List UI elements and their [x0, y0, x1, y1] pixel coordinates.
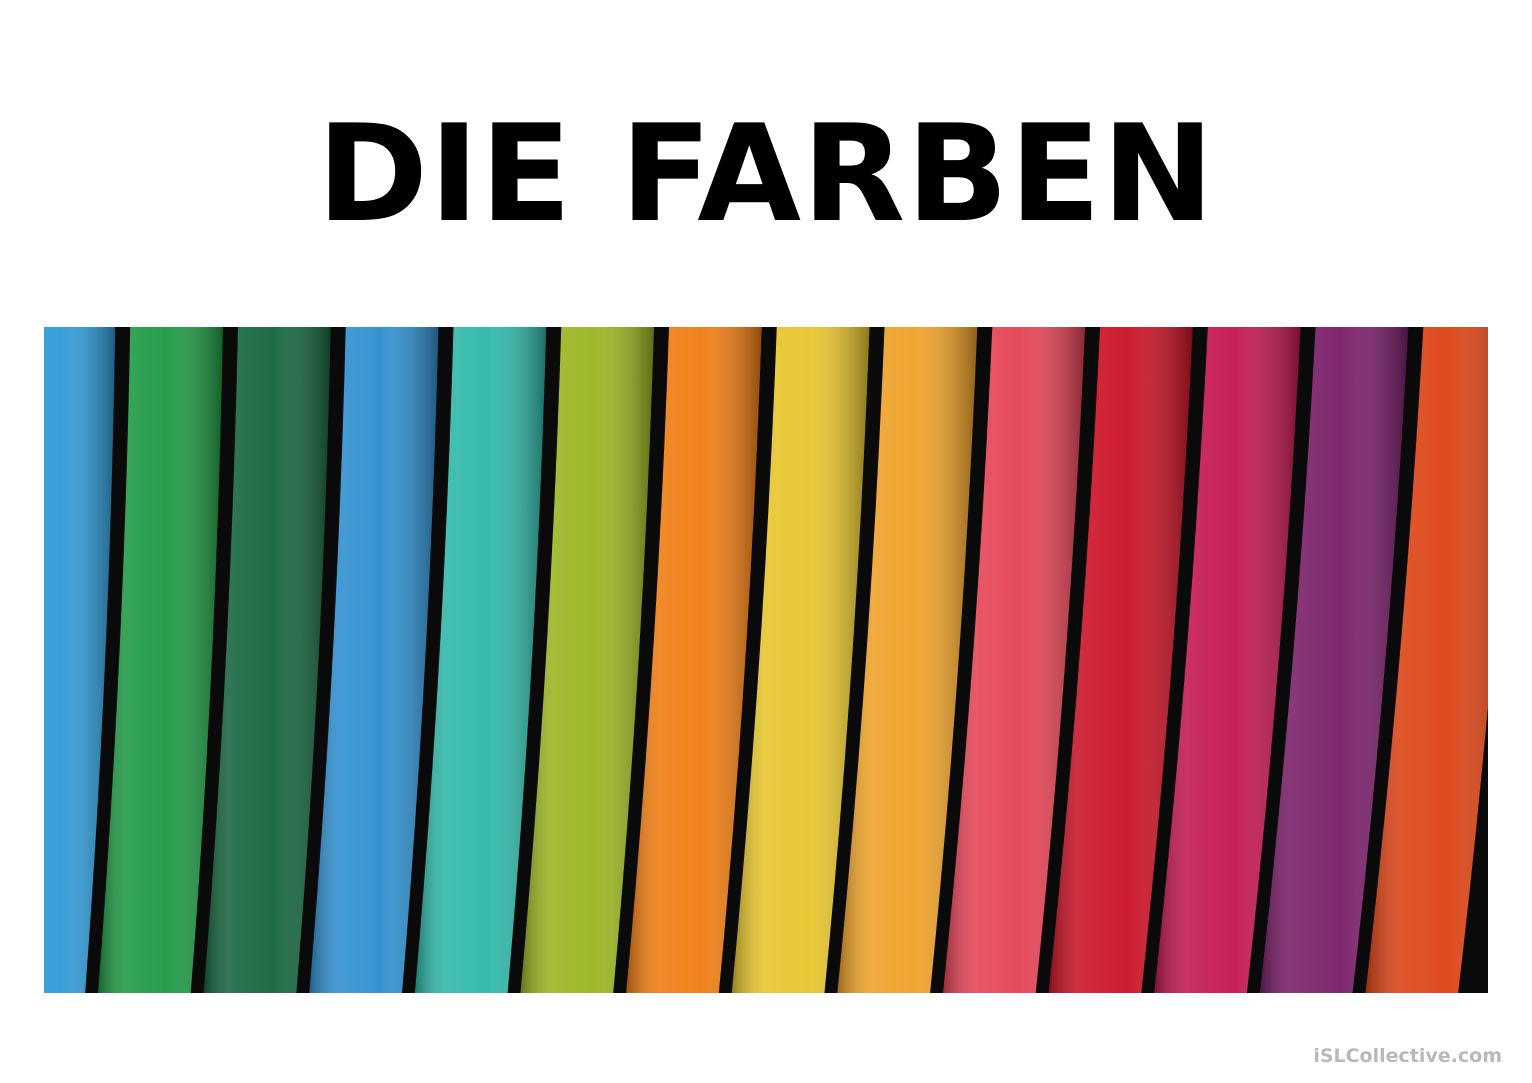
pencils-illustration — [44, 327, 1488, 993]
pencil-shading — [44, 327, 116, 993]
pencil-shading — [98, 327, 223, 993]
pencil-shading — [203, 327, 331, 993]
slide-title: DIE FARBEN — [316, 96, 1216, 252]
colored-pencils-photo — [44, 327, 1488, 993]
pencil-shading — [309, 327, 439, 993]
watermark: iSLCollective.com — [1313, 1045, 1502, 1067]
